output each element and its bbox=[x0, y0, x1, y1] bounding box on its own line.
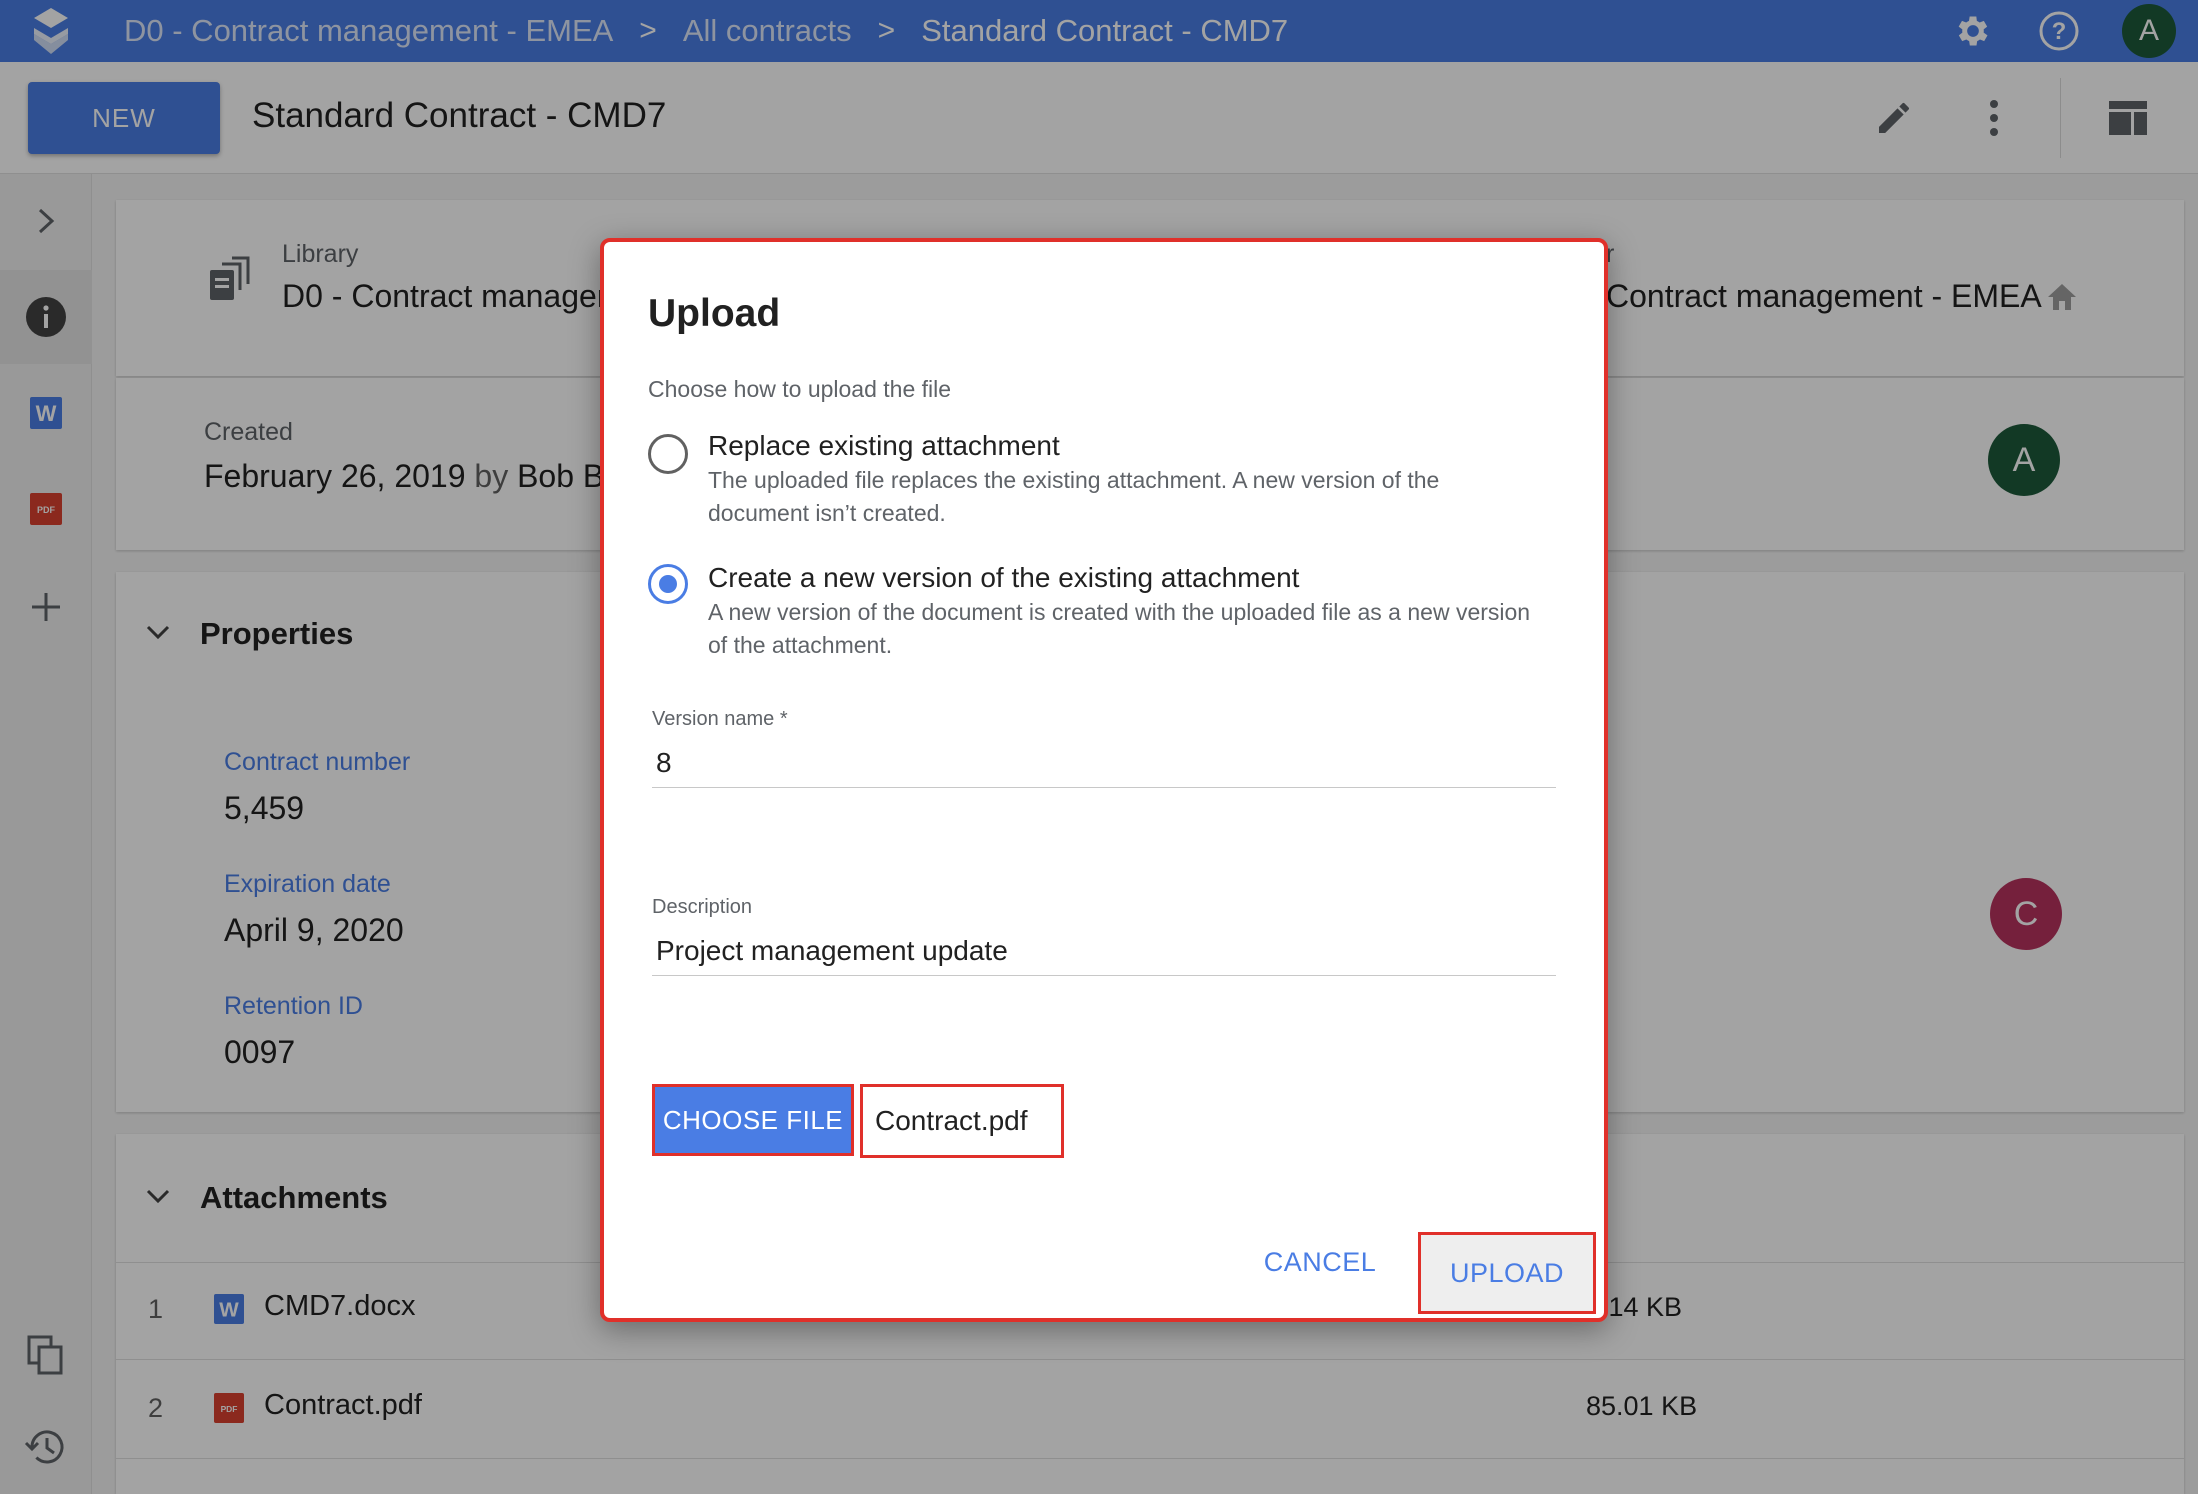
replace-attachment-description: The uploaded file replaces the existing … bbox=[708, 467, 1440, 526]
version-name-label: Version name * bbox=[652, 708, 788, 730]
new-version-description: A new version of the document is created… bbox=[708, 599, 1531, 658]
dialog-title: Upload bbox=[648, 292, 781, 335]
new-version-radio[interactable] bbox=[648, 564, 688, 604]
cancel-button[interactable]: CANCEL bbox=[1242, 1232, 1398, 1292]
replace-attachment-title[interactable]: Replace existing attachment bbox=[708, 430, 1060, 462]
replace-attachment-radio[interactable] bbox=[648, 434, 688, 474]
dialog-subtitle: Choose how to upload the file bbox=[648, 376, 952, 402]
upload-dialog: Upload Choose how to upload the file Rep… bbox=[600, 238, 1608, 1322]
description-input[interactable] bbox=[652, 926, 1556, 976]
selected-file-name: Contract.pdf bbox=[860, 1084, 1064, 1158]
choose-file-button[interactable]: CHOOSE FILE bbox=[652, 1084, 854, 1156]
new-version-title[interactable]: Create a new version of the existing att… bbox=[708, 562, 1299, 594]
description-label: Description bbox=[652, 896, 753, 918]
upload-button[interactable]: UPLOAD bbox=[1418, 1232, 1596, 1314]
version-name-input[interactable] bbox=[652, 738, 1556, 788]
